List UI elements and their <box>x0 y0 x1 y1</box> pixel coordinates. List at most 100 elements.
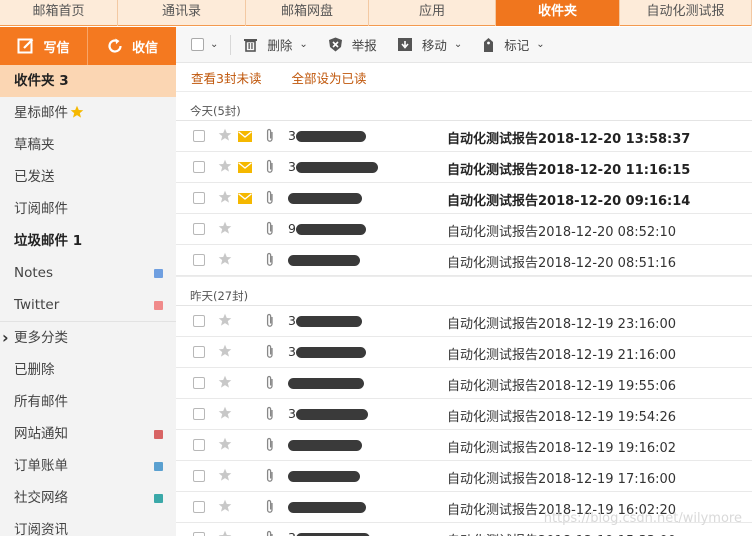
row-checkbox[interactable] <box>193 161 205 173</box>
row-checkbox[interactable] <box>193 532 205 536</box>
star-icon[interactable] <box>218 252 232 270</box>
tab-3[interactable]: 邮箱网盘 <box>246 0 369 26</box>
chevron-right-icon: › <box>2 328 9 347</box>
tag-label: 标记 <box>504 38 530 53</box>
mail-subject[interactable]: 自动化测试报告2018-12-19 19:55:06 <box>447 375 676 394</box>
mail-row[interactable]: 3 自动化测试报告2018-12-20 11:16:15 <box>176 152 752 183</box>
mail-subject[interactable]: 自动化测试报告2018-12-19 19:54:26 <box>447 406 676 425</box>
mail-row[interactable]: 自动化测试报告2018-12-19 19:16:02 <box>176 430 752 461</box>
receive-button[interactable]: 收信 <box>88 27 176 65</box>
folder-item[interactable]: Twitter <box>0 289 176 321</box>
mail-row[interactable]: 自动化测试报告2018-12-20 08:51:16 <box>176 245 752 276</box>
tag-button[interactable]: 标记 ⌄ <box>482 35 545 54</box>
tab-2[interactable]: 通讯录 <box>118 0 246 26</box>
mail-subject[interactable]: 自动化测试报告2018-12-19 23:16:00 <box>447 313 676 332</box>
mail-subject[interactable]: 自动化测试报告2018-12-19 21:16:00 <box>447 344 676 363</box>
mail-subject[interactable]: 自动化测试报告2018-12-19 15:33:00 <box>447 530 676 536</box>
folder-item[interactable]: 所有邮件 <box>0 386 176 418</box>
redaction-mark <box>288 378 364 389</box>
tab-6[interactable]: 自动化测试报 <box>620 0 752 26</box>
tab-5[interactable]: 收件夹 <box>496 0 620 26</box>
compose-button[interactable]: 写信 <box>0 27 88 65</box>
folder-item[interactable]: 垃圾邮件 1 <box>0 225 176 257</box>
select-all-checkbox[interactable] <box>191 38 204 51</box>
row-checkbox[interactable] <box>193 254 205 266</box>
star-icon[interactable] <box>218 499 232 517</box>
mail-subject[interactable]: 自动化测试报告2018-12-20 08:52:10 <box>447 221 676 240</box>
row-checkbox[interactable] <box>193 315 205 327</box>
toolbar-divider <box>230 34 232 55</box>
folder-label: Twitter <box>14 297 60 313</box>
mail-row[interactable]: 自动化测试报告2018-12-19 17:16:00 <box>176 461 752 492</box>
folder-item[interactable]: 订阅邮件 <box>0 193 176 225</box>
star-icon[interactable] <box>218 221 232 239</box>
star-icon[interactable] <box>218 128 232 146</box>
delete-label: 删除 <box>267 38 293 53</box>
attachment-icon <box>265 190 275 209</box>
folder-item[interactable]: 草稿夹 <box>0 129 176 161</box>
shield-icon <box>328 37 342 52</box>
mail-subject[interactable]: 自动化测试报告2018-12-20 11:16:15 <box>447 159 690 178</box>
star-icon[interactable] <box>218 437 232 455</box>
attachment-icon <box>265 221 275 240</box>
folder-item[interactable]: 社交网络 <box>0 482 176 514</box>
folder-item[interactable]: 已发送 <box>0 161 176 193</box>
star-icon[interactable] <box>218 190 232 208</box>
folder-item[interactable]: 星标邮件 <box>0 97 176 129</box>
row-checkbox[interactable] <box>193 130 205 142</box>
star-icon[interactable] <box>218 313 232 331</box>
mail-row[interactable]: 自动化测试报告2018-12-19 19:55:06 <box>176 368 752 399</box>
folder-item[interactable]: 订单账单 <box>0 450 176 482</box>
attachment-icon <box>265 128 275 147</box>
row-checkbox[interactable] <box>193 377 205 389</box>
mail-subject[interactable]: 自动化测试报告2018-12-20 13:58:37 <box>447 128 690 147</box>
star-icon[interactable] <box>218 159 232 177</box>
mark-all-read-link[interactable]: 全部设为已读 <box>291 68 366 87</box>
row-checkbox[interactable] <box>193 346 205 358</box>
mail-subject[interactable]: 自动化测试报告2018-12-19 19:16:02 <box>447 437 676 456</box>
sender-digit: 3 <box>288 313 296 328</box>
compose-icon <box>17 38 34 54</box>
star-icon[interactable] <box>218 406 232 424</box>
mail-row[interactable]: 3 自动化测试报告2018-12-19 23:16:00 <box>176 306 752 337</box>
folder-item[interactable]: 网站通知 <box>0 418 176 450</box>
row-checkbox[interactable] <box>193 408 205 420</box>
row-checkbox[interactable] <box>193 470 205 482</box>
report-button[interactable]: 举报 <box>328 35 377 54</box>
mail-row[interactable]: 3 自动化测试报告2018-12-19 21:16:00 <box>176 337 752 368</box>
mail-row[interactable]: 9 自动化测试报告2018-12-20 08:52:10 <box>176 214 752 245</box>
folder-item[interactable]: Notes <box>0 257 176 289</box>
folder-color-tag <box>154 269 163 278</box>
mail-subject[interactable]: 自动化测试报告2018-12-20 09:16:14 <box>447 190 690 209</box>
move-button[interactable]: 移动 ⌄ <box>397 35 462 54</box>
quick-actions: 查看3封未读 全部设为已读 <box>176 63 752 91</box>
folder-label: 社交网络 <box>14 490 68 506</box>
row-checkbox[interactable] <box>193 501 205 513</box>
more-folders-toggle[interactable]: › 更多分类 <box>0 322 176 354</box>
folder-item[interactable]: 订阅资讯 <box>0 514 176 536</box>
folder-item[interactable]: 已删除 <box>0 354 176 386</box>
receive-label: 收信 <box>131 40 158 56</box>
mail-row[interactable]: 自动化测试报告2018-12-20 09:16:14 <box>176 183 752 214</box>
row-checkbox[interactable] <box>193 223 205 235</box>
mail-row[interactable]: 3 自动化测试报告2018-12-20 13:58:37 <box>176 121 752 152</box>
row-checkbox[interactable] <box>193 192 205 204</box>
tab-1[interactable]: 邮箱首页 <box>0 0 118 26</box>
folder-color-tag <box>154 462 163 471</box>
star-icon[interactable] <box>218 375 232 393</box>
delete-button[interactable]: 删除 ⌄ <box>243 35 308 54</box>
mail-row[interactable]: 3 自动化测试报告2018-12-19 19:54:26 <box>176 399 752 430</box>
star-icon[interactable] <box>218 530 232 536</box>
mail-subject[interactable]: 自动化测试报告2018-12-19 17:16:00 <box>447 468 676 487</box>
folder-item[interactable]: 收件夹 3 <box>0 65 176 97</box>
star-icon[interactable] <box>218 344 232 362</box>
tab-4[interactable]: 应用 <box>369 0 496 26</box>
view-unread-link[interactable]: 查看3封未读 <box>191 68 261 87</box>
row-checkbox[interactable] <box>193 439 205 451</box>
star-icon[interactable] <box>218 468 232 486</box>
redaction-mark <box>296 347 366 358</box>
mail-subject[interactable]: 自动化测试报告2018-12-20 08:51:16 <box>447 252 676 271</box>
sender-digit: 3 <box>288 530 296 536</box>
select-dropdown-icon[interactable]: ⌄ <box>210 39 218 50</box>
trash-icon <box>244 39 258 52</box>
